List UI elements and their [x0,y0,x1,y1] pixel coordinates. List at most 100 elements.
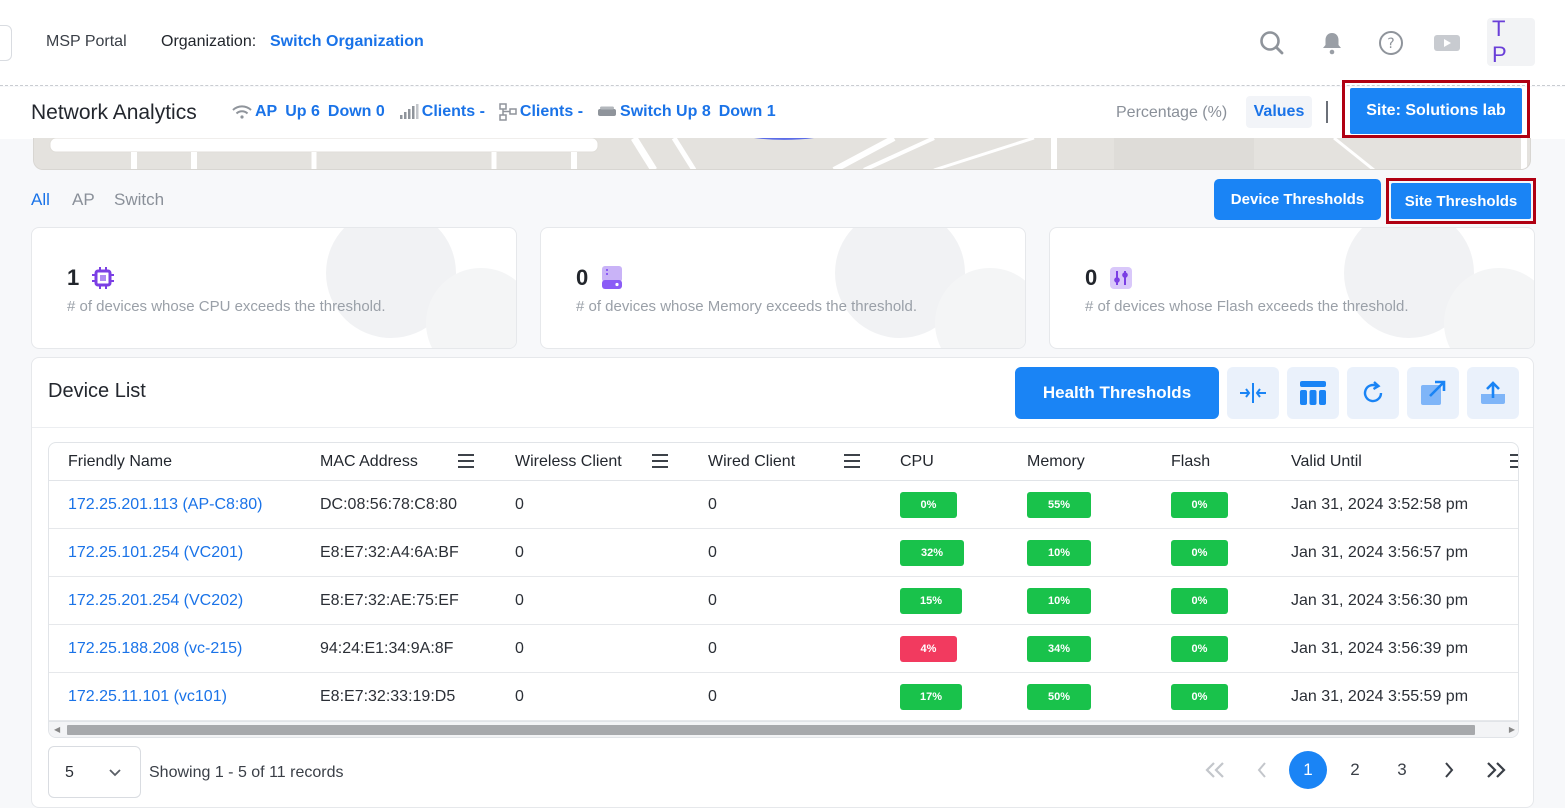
wired-client-cell: 0 [708,640,717,657]
network-stats: AP Up 6 Down 0 Clients - Clients - Switc… [232,103,790,121]
column-header-valid-until[interactable]: Valid Until [1291,453,1362,471]
cpu-badge: 32% [900,540,964,566]
mac-address-cell: E8:E7:32:33:19:D5 [320,688,456,705]
device-name-link[interactable]: 172.25.201.254 (VC202) [68,592,243,610]
first-page-button[interactable] [1196,751,1234,789]
video-tutorial-button[interactable] [1430,26,1464,60]
table-row: 172.25.11.101 (vc101) E8:E7:32:33:19:D5 … [49,673,1518,721]
wired-client-cell: 0 [708,592,717,609]
column-menu-icon[interactable] [1510,454,1518,468]
column-menu-icon[interactable] [458,454,474,468]
scroll-left-icon[interactable]: ◀ [54,725,60,734]
ap-up: Up 6 [285,103,320,120]
device-name-link[interactable]: 172.25.188.208 (vc-215) [68,640,242,658]
filter-tab-switch[interactable]: Switch [114,190,164,210]
help-icon: ? [1379,31,1403,55]
table-row: 172.25.201.254 (VC202) E8:E7:32:AE:75:EF… [49,577,1518,625]
cpu-count: 1 [67,265,80,290]
analytics-header: Network Analytics AP Up 6 Down 0 Clients… [0,87,1565,139]
collapse-columns-button[interactable] [1227,367,1279,419]
column-menu-icon[interactable] [844,454,860,468]
wired-client-cell: 0 [708,544,717,561]
device-name-link[interactable]: 172.25.101.254 (VC201) [68,544,243,562]
wireless-clients-stats[interactable]: Clients - [399,103,485,121]
last-page-button[interactable] [1477,751,1515,789]
column-header-friendly-name[interactable]: Friendly Name [68,453,172,471]
site-selector-button[interactable]: Site: Solutions lab [1350,88,1522,134]
help-button[interactable]: ? [1374,26,1408,60]
scroll-right-icon[interactable]: ▶ [1509,725,1515,734]
search-button[interactable] [1255,26,1289,60]
table-row: 172.25.188.208 (vc-215) 94:24:E1:34:9A:8… [49,625,1518,673]
flash-icon [1109,266,1133,290]
filter-tab-ap[interactable]: AP [72,190,95,210]
double-chevron-right-icon [1487,762,1506,778]
filter-tab-all[interactable]: All [31,190,50,210]
top-header: MSP Portal Organization: Switch Organiza… [0,0,1565,86]
cpu-badge-alert: 4% [900,636,957,662]
device-name-link[interactable]: 172.25.201.113 (AP-C8:80) [68,496,263,514]
page-1-button[interactable]: 1 [1289,751,1327,789]
wired-client-cell: 0 [708,688,717,705]
column-header-mac-address[interactable]: MAC Address [320,453,418,471]
wired-clients-stats[interactable]: Clients - [499,103,583,121]
table-row: 172.25.101.254 (VC201) E8:E7:32:A4:6A:BF… [49,529,1518,577]
column-header-flash[interactable]: Flash [1171,453,1210,471]
column-header-cpu[interactable]: CPU [900,453,934,471]
ap-stats[interactable]: AP Up 6 Down 0 [232,103,385,121]
flash-count: 0 [1085,265,1098,290]
flash-badge: 0% [1171,588,1228,614]
switch-down: Down 1 [718,103,776,120]
page-3-button[interactable]: 3 [1383,751,1421,789]
memory-count-row: 0 [576,265,624,291]
search-icon [1260,31,1284,55]
flash-badge: 0% [1171,636,1228,662]
user-avatar[interactable]: T P [1487,16,1535,67]
cpu-badge: 15% [900,588,962,614]
refresh-button[interactable] [1347,367,1399,419]
column-header-wired-client[interactable]: Wired Client [708,453,795,471]
values-toggle[interactable]: Values [1246,96,1312,128]
site-map[interactable] [33,138,1531,170]
export-button[interactable] [1467,367,1519,419]
notifications-button[interactable] [1315,26,1349,60]
next-page-button[interactable] [1430,751,1468,789]
page-size-select[interactable]: 5 [48,746,141,798]
column-header-wireless-client[interactable]: Wireless Client [515,453,622,471]
switch-up: Switch Up 8 [620,103,711,120]
scrollbar-thumb[interactable] [67,725,1475,735]
page-2-button[interactable]: 2 [1336,751,1374,789]
svg-text:?: ? [1387,36,1394,52]
video-icon [1434,35,1460,51]
open-external-button[interactable] [1407,367,1459,419]
mac-address-cell: DC:08:56:78:C8:80 [320,496,457,513]
previous-page-button[interactable] [1243,751,1281,789]
wireless-client-cell: 0 [515,496,524,513]
horizontal-scrollbar[interactable]: ◀ ▶ [49,721,1518,737]
site-thresholds-button[interactable]: Site Thresholds [1391,183,1531,219]
flash-badge: 0% [1171,492,1228,518]
mac-address-cell: E8:E7:32:A4:6A:BF [320,544,459,561]
switch-stats[interactable]: Switch Up 8 Down 1 [597,103,776,121]
wireless-client-cell: 0 [515,688,524,705]
device-name-link[interactable]: 172.25.11.101 (vc101) [68,688,227,706]
mac-address-cell: E8:E7:32:AE:75:EF [320,592,459,609]
flash-badge: 0% [1171,684,1228,710]
cpu-badge: 0% [900,492,957,518]
column-menu-icon[interactable] [652,454,668,468]
valid-until-cell: Jan 31, 2024 3:56:39 pm [1291,640,1469,657]
wireless-clients-count: Clients - [421,103,485,120]
switch-organization-link[interactable]: Switch Organization [270,33,424,51]
percentage-toggle[interactable]: Percentage (%) [1116,104,1227,122]
table-row: 172.25.201.113 (AP-C8:80) DC:08:56:78:C8… [49,481,1518,529]
flash-threshold-description: # of devices whose Flash exceeds the thr… [1085,298,1409,315]
column-layout-button[interactable] [1287,367,1339,419]
device-list-title: Device List [48,380,146,402]
memory-threshold-card: 0 # of devices whose Memory exceeds the … [540,227,1026,349]
column-header-memory[interactable]: Memory [1027,453,1085,471]
double-chevron-left-icon [1205,762,1224,778]
health-thresholds-button[interactable]: Health Thresholds [1015,367,1219,419]
cpu-threshold-description: # of devices whose CPU exceeds the thres… [67,298,386,315]
device-thresholds-button[interactable]: Device Thresholds [1214,179,1381,220]
sidebar-toggle[interactable] [0,25,12,61]
